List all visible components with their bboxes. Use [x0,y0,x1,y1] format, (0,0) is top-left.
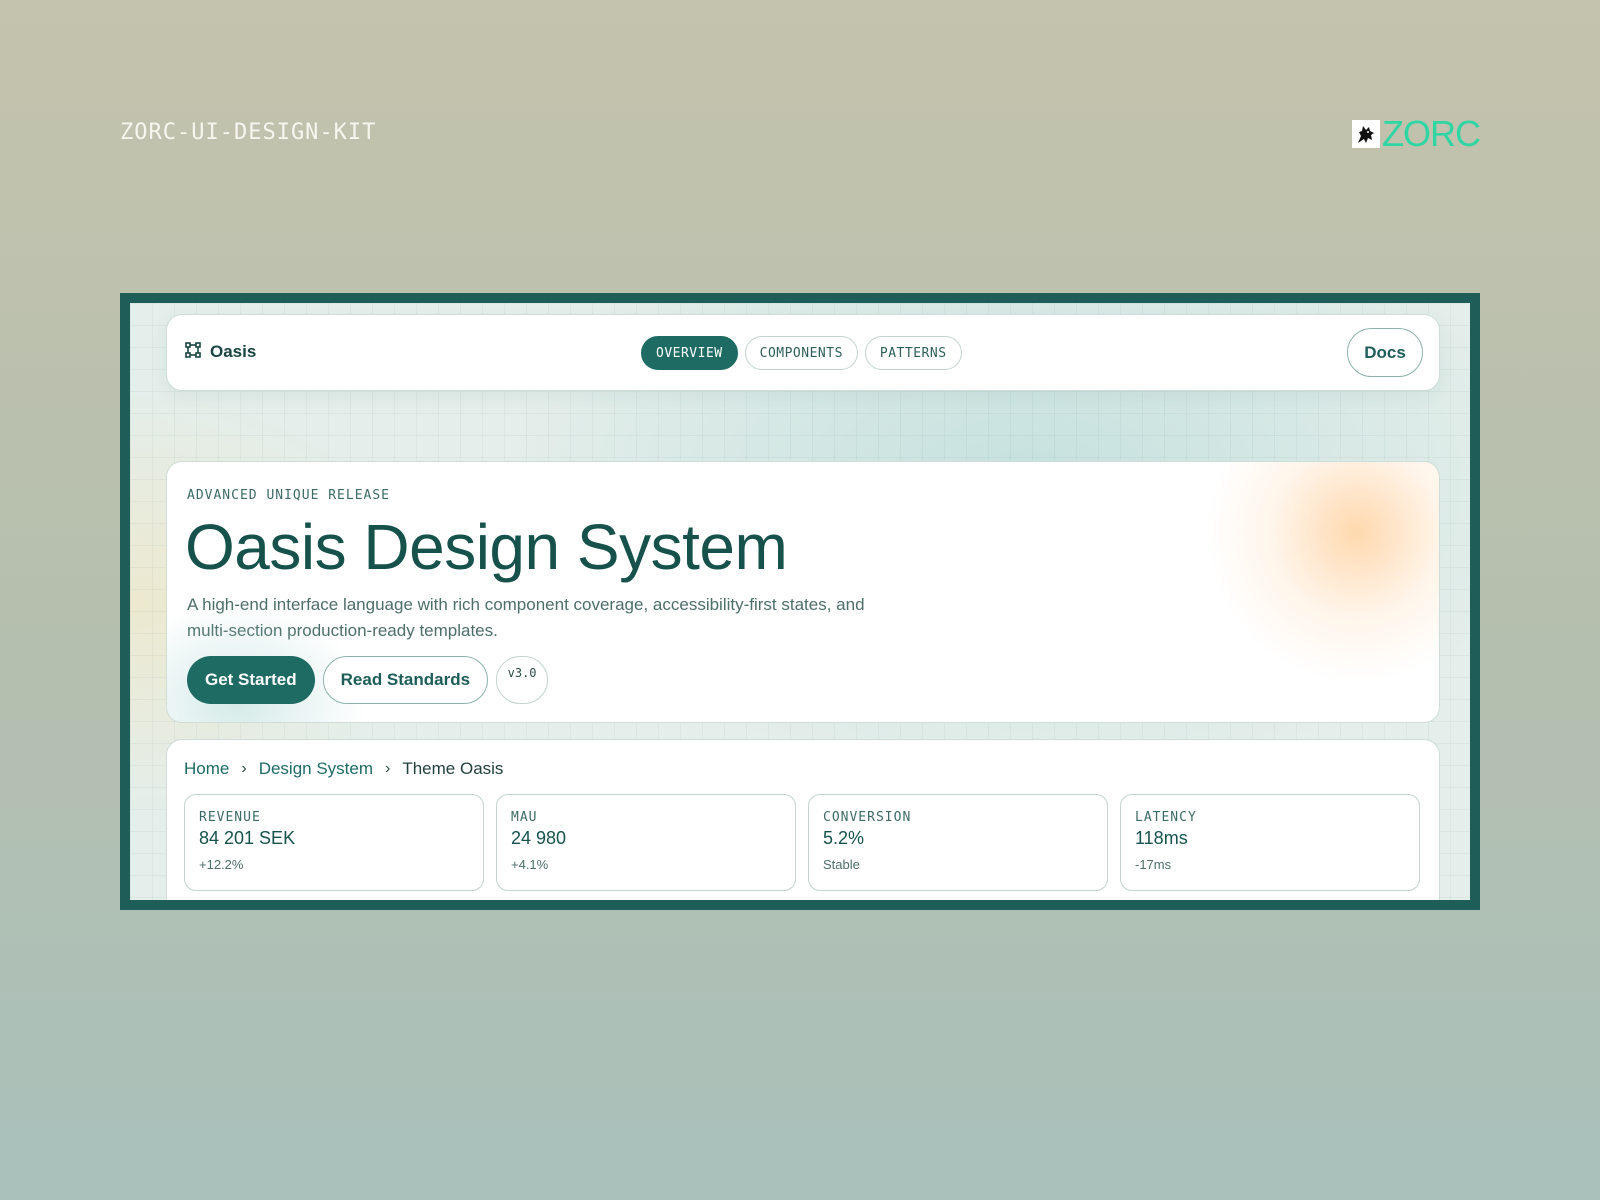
stat-value: 24 980 [511,828,567,848]
stat-row: REVENUE 84 201 SEK +12.2% MAU 24 980 +4.… [184,794,1420,891]
brand-logo: ZORC [1352,113,1481,154]
stat-delta: Stable [823,857,860,872]
stat-value: 118ms [1135,828,1188,848]
stat-delta: +4.1% [511,857,549,872]
stat-value: 84 201 SEK [199,828,296,848]
frame-nodes-icon [185,342,201,362]
stat-label: REVENUE [199,810,261,825]
metrics-section: Home › Design System › Theme Oasis REVEN… [166,739,1440,900]
chevron-right-icon: › [385,760,391,777]
hero-section: ADVANCED UNIQUE RELEASE Oasis Design Sys… [166,461,1440,723]
stat-label: MAU [511,810,538,825]
stat-label: LATENCY [1135,810,1197,825]
top-nav: Oasis OVERVIEW COMPONENTS PATTERNS Docs [166,314,1440,391]
hero-actions: Get Started Read Standards v3.0 [187,656,549,704]
stat-card-latency: LATENCY 118ms -17ms [1120,794,1420,891]
kit-label: ZORC-UI-DESIGN-KIT [120,120,377,145]
hero-eyebrow: ADVANCED UNIQUE RELEASE [187,488,391,503]
read-standards-button[interactable]: Read Standards [322,656,489,704]
chevron-right-icon: › [241,760,247,777]
breadcrumb-current: Theme Oasis [402,759,504,778]
stat-card-conversion: CONVERSION 5.2% Stable [808,794,1108,891]
tab-patterns[interactable]: PATTERNS [864,336,962,370]
stat-label: CONVERSION [823,810,912,825]
breadcrumb-design-system[interactable]: Design System [259,759,373,779]
get-started-button[interactable]: Get Started [187,656,315,704]
preview-frame: Oasis OVERVIEW COMPONENTS PATTERNS Docs … [120,293,1480,910]
stat-card-mau: MAU 24 980 +4.1% [496,794,796,891]
stat-card-revenue: REVENUE 84 201 SEK +12.2% [184,794,484,891]
page-title: Oasis Design System [185,511,788,583]
stat-delta: +12.2% [199,857,244,872]
wolf-logo-icon [1352,120,1380,148]
nav-tabs: OVERVIEW COMPONENTS PATTERNS [641,336,962,370]
tab-overview[interactable]: OVERVIEW [641,336,738,370]
docs-button[interactable]: Docs [1347,328,1423,377]
stat-value: 5.2% [823,828,865,848]
version-badge: v3.0 [496,656,549,704]
brand-name: ZORC [1382,113,1481,154]
breadcrumb: Home › Design System › Theme Oasis [184,759,503,779]
nav-brand-name: Oasis [210,342,257,361]
breadcrumb-home[interactable]: Home [184,759,229,779]
hero-description: A high-end interface language with rich … [187,595,865,640]
stat-delta: -17ms [1135,857,1172,872]
tab-components[interactable]: COMPONENTS [744,336,858,370]
nav-brand[interactable]: Oasis [185,342,256,362]
